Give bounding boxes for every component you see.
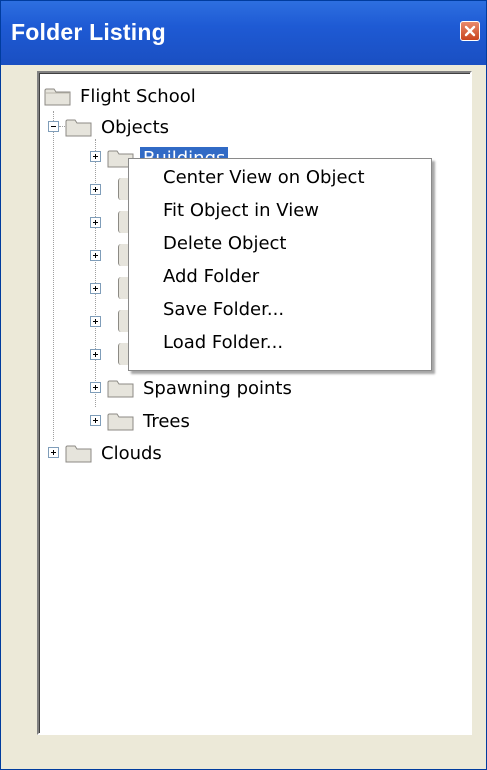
expand-toggle[interactable]: [90, 316, 101, 327]
collapse-toggle[interactable]: [48, 121, 59, 132]
folder-icon: [107, 413, 134, 431]
tree-node-label: Flight School: [80, 85, 196, 107]
title-bar[interactable]: Folder Listing: [1, 1, 486, 65]
expand-toggle[interactable]: [90, 250, 101, 261]
tree-node-label: Trees: [143, 410, 190, 432]
close-button[interactable]: [460, 21, 480, 41]
tree-node-spawning-points[interactable]: Spawning points: [106, 373, 295, 403]
expand-toggle[interactable]: [90, 415, 101, 426]
menu-item-center-view[interactable]: Center View on Object: [129, 161, 431, 194]
tree-node-objects[interactable]: Objects: [64, 112, 172, 142]
folder-icon: [44, 88, 71, 106]
expand-toggle[interactable]: [48, 447, 59, 458]
close-icon: [464, 25, 476, 37]
expand-toggle[interactable]: [90, 382, 101, 393]
window-title: Folder Listing: [11, 19, 166, 45]
folder-icon: [107, 380, 134, 398]
expand-toggle[interactable]: [90, 184, 101, 195]
tree-node-label: Objects: [101, 116, 170, 138]
menu-item-save-folder[interactable]: Save Folder...: [129, 293, 431, 326]
folder-icon: [65, 119, 92, 137]
menu-item-add-folder[interactable]: Add Folder: [129, 260, 431, 293]
tree-connector: [59, 126, 65, 127]
expand-toggle[interactable]: [90, 349, 101, 360]
expand-toggle[interactable]: [90, 283, 101, 294]
tree-node-clouds[interactable]: Clouds: [64, 438, 165, 468]
tree-node-flight-school[interactable]: Flight School: [43, 81, 199, 111]
tree-connector: [95, 139, 96, 407]
tree-node-label: Clouds: [101, 442, 162, 464]
menu-item-fit-object[interactable]: Fit Object in View: [129, 194, 431, 227]
expand-toggle[interactable]: [90, 217, 101, 228]
menu-item-load-folder[interactable]: Load Folder...: [129, 326, 431, 359]
expand-toggle[interactable]: [90, 151, 101, 162]
tree-node-trees[interactable]: Trees: [106, 406, 193, 436]
folder-icon: [65, 445, 92, 463]
tree-connector: [53, 111, 54, 441]
menu-item-delete-object[interactable]: Delete Object: [129, 227, 431, 260]
context-menu: Center View on Object Fit Object in View…: [128, 158, 432, 371]
tree-node-label: Spawning points: [143, 377, 292, 399]
folder-listing-window: Folder Listing Flight School Objects Spa…: [0, 0, 487, 770]
